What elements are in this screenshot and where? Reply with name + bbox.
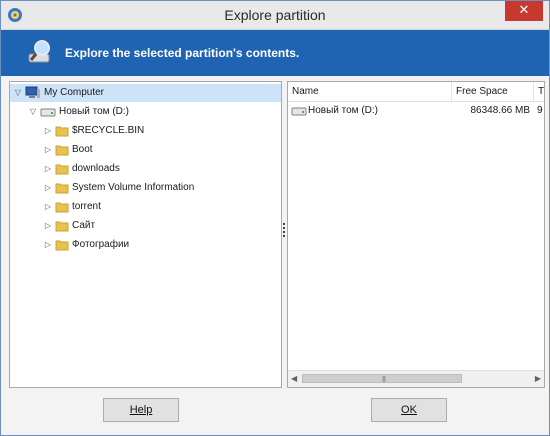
- collapse-triangle-icon[interactable]: ▽: [13, 88, 23, 98]
- folder-tree[interactable]: ▽ My Computer ▽ Новый том (D:) ▷ $RECYCLE.B…: [9, 81, 282, 388]
- list-header: Name Free Space T: [288, 82, 544, 102]
- ok-button[interactable]: OK: [371, 398, 447, 422]
- tree-item-my-computer[interactable]: ▽ My Computer: [10, 84, 281, 102]
- tree-item-label: Новый том (D:): [59, 106, 129, 117]
- expand-triangle-icon[interactable]: ▷: [43, 183, 53, 193]
- tree-item-label: downloads: [72, 163, 120, 174]
- tree-item-folder[interactable]: ▷ Сайт: [43, 217, 95, 235]
- explore-partition-dialog: Explore partition ✕ Explore the selected…: [0, 0, 550, 436]
- expand-triangle-icon[interactable]: ▷: [43, 126, 53, 136]
- scroll-right-arrow-icon[interactable]: ▶: [535, 374, 541, 383]
- tree-item-label: Сайт: [72, 220, 96, 231]
- drive-icon: [40, 108, 56, 117]
- tree-item-folder[interactable]: ▷ System Volume Information: [43, 179, 194, 197]
- contents-list[interactable]: Name Free Space T Новый том (D:) 86348.6…: [287, 81, 545, 388]
- list-item-type: 9: [537, 105, 543, 116]
- banner-text: Explore the selected partition's content…: [65, 46, 300, 60]
- help-button[interactable]: Help: [103, 398, 179, 422]
- expand-triangle-icon[interactable]: ▷: [43, 164, 53, 174]
- tree-item-folder[interactable]: ▷ $RECYCLE.BIN: [43, 122, 144, 140]
- folder-icon: [55, 164, 69, 175]
- tree-item-label: Boot: [72, 144, 93, 155]
- drive-icon: [291, 107, 307, 116]
- expand-triangle-icon[interactable]: ▷: [43, 240, 53, 250]
- grip-icon: |||: [382, 376, 386, 383]
- folder-icon: [55, 183, 69, 194]
- list-item-free-space: 86348.66 MB: [470, 105, 531, 116]
- title-bar: Explore partition ✕: [1, 1, 549, 30]
- expand-triangle-icon[interactable]: ▷: [43, 202, 53, 212]
- header-banner: Explore the selected partition's content…: [1, 30, 549, 76]
- folder-icon: [55, 145, 69, 156]
- tree-item-folder[interactable]: ▷ Boot: [43, 141, 93, 159]
- tree-item-folder[interactable]: ▷ Фотографии: [43, 236, 129, 254]
- expand-triangle-icon[interactable]: ▷: [43, 221, 53, 231]
- collapse-triangle-icon[interactable]: ▽: [28, 107, 38, 117]
- window-title: Explore partition: [224, 7, 326, 23]
- magnifier-disk-icon: [28, 40, 50, 63]
- column-header-free-space[interactable]: Free Space: [452, 82, 534, 101]
- tree-item-folder[interactable]: ▷ torrent: [43, 198, 101, 216]
- tree-item-label: My Computer: [44, 87, 105, 98]
- tree-item-label: torrent: [72, 201, 101, 212]
- tree-item-label: Фотографии: [72, 239, 130, 250]
- tree-item-folder[interactable]: ▷ downloads: [43, 160, 120, 178]
- pane-splitter[interactable]: [283, 221, 286, 239]
- expand-triangle-icon[interactable]: ▷: [43, 145, 53, 155]
- folder-icon: [55, 202, 69, 213]
- tree-item-label: $RECYCLE.BIN: [72, 125, 145, 136]
- list-item[interactable]: Новый том (D:) 86348.66 MB 9: [288, 102, 544, 120]
- folder-icon: [55, 221, 69, 232]
- tree-item-drive[interactable]: ▽ Новый том (D:): [28, 103, 129, 121]
- folder-icon: [55, 240, 69, 251]
- column-header-name[interactable]: Name: [288, 82, 452, 101]
- folder-icon: [55, 126, 69, 137]
- column-header-type[interactable]: T: [534, 82, 544, 101]
- close-button[interactable]: ✕: [505, 1, 543, 21]
- computer-icon: [25, 86, 40, 98]
- tree-item-label: System Volume Information: [72, 182, 195, 193]
- scroll-left-arrow-icon[interactable]: ◀: [291, 374, 297, 383]
- horizontal-scrollbar[interactable]: ◀ ||| ▶: [288, 370, 544, 387]
- list-item-name: Новый том (D:): [308, 105, 378, 116]
